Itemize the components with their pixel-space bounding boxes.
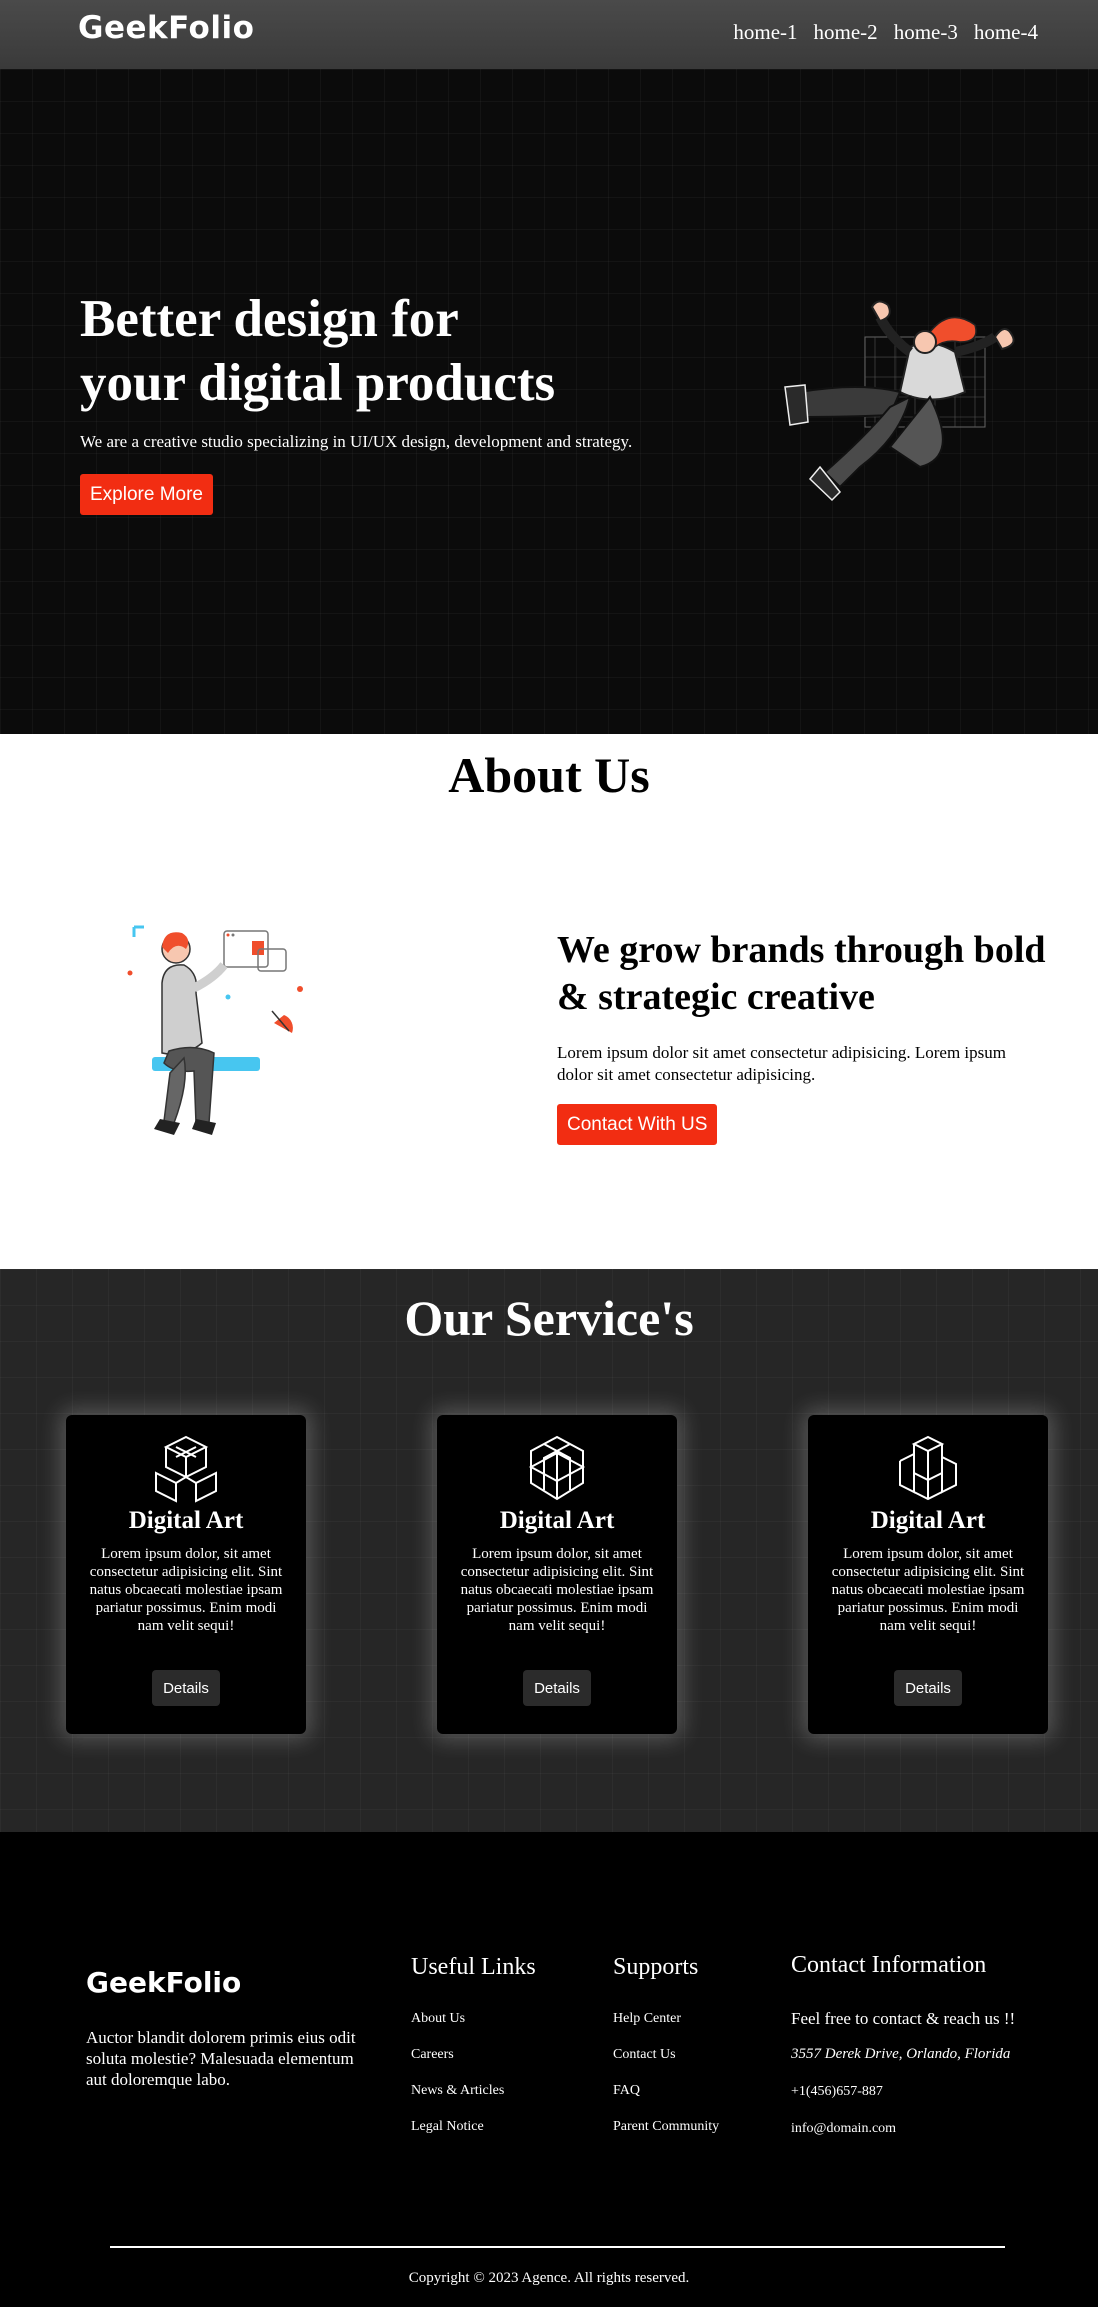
details-button[interactable]: Details (894, 1670, 962, 1706)
service-card: Digital Art Lorem ipsum dolor, sit amet … (808, 1415, 1048, 1734)
hero-title: Better design for your digital products (80, 287, 700, 415)
useful-links-title: Useful Links (411, 1954, 536, 1980)
footer-about-text: Auctor blandit dolorem primis eius odit … (86, 2028, 356, 2089)
hero-title-line-1: Better design for (80, 290, 459, 348)
supports-title: Supports (613, 1954, 699, 1980)
footer-link-about-us[interactable]: About Us (411, 2009, 504, 2045)
supports-list: Help Center Contact Us FAQ Parent Commun… (613, 2009, 719, 2153)
contact-tagline: Feel free to contact & reach us !! (791, 2009, 1016, 2028)
designer-illustration (127, 925, 303, 1135)
about-title: About Us (448, 747, 650, 803)
service-card: Digital Art Lorem ipsum dolor, sit amet … (66, 1415, 306, 1734)
about-heading: We grow brands through bold & strategic … (557, 929, 1046, 1018)
footer: GeekFolio Auctor blandit dolorem primis … (0, 1832, 1098, 2307)
service-card: Digital Art Lorem ipsum dolor, sit amet … (437, 1415, 677, 1734)
services-title: Our Service's (404, 1290, 694, 1346)
service-card-description: Lorem ipsum dolor, sit amet consectetur … (460, 1546, 654, 1634)
service-card-title: Digital Art (870, 1507, 986, 1534)
footer-link-contact-us[interactable]: Contact Us (613, 2045, 719, 2081)
services-section: Our Service's Digital Art Lorem ipsum do… (0, 1269, 1098, 1832)
details-button[interactable]: Details (152, 1670, 220, 1706)
nav-links: home-1 home-2 home-3 home-4 (733, 20, 1038, 45)
hero-subtitle: We are a creative studio specializing in… (80, 432, 633, 451)
footer-link-news-articles[interactable]: News & Articles (411, 2081, 504, 2117)
nav-link-home-2[interactable]: home-2 (814, 20, 878, 45)
footer-divider (110, 2246, 1005, 2248)
explore-more-button[interactable]: Explore More (80, 474, 213, 515)
about-section: About Us We grow brands through bold & s… (0, 734, 1098, 1269)
hero-section: Better design for your digital products … (0, 69, 1098, 734)
site-logo[interactable]: GeekFolio (78, 10, 254, 46)
top-navbar: GeekFolio home-1 home-2 home-3 home-4 (0, 0, 1098, 69)
service-card-description: Lorem ipsum dolor, sit amet consectetur … (831, 1546, 1025, 1634)
contact-info-title: Contact Information (791, 1952, 987, 1978)
nav-link-home-4[interactable]: home-4 (974, 20, 1038, 45)
footer-link-careers[interactable]: Careers (411, 2045, 504, 2081)
cube-cluster-icon (155, 1435, 217, 1503)
footer-link-legal-notice[interactable]: Legal Notice (411, 2117, 504, 2153)
copyright-text: Copyright © 2023 Agence. All rights rese… (408, 2270, 690, 2286)
service-card-title: Digital Art (128, 1507, 244, 1534)
footer-link-faq[interactable]: FAQ (613, 2081, 719, 2117)
nav-link-home-3[interactable]: home-3 (894, 20, 958, 45)
service-card-description: Lorem ipsum dolor, sit amet consectetur … (89, 1546, 283, 1634)
nav-link-home-1[interactable]: home-1 (733, 20, 797, 45)
hero-title-line-2: your digital products (80, 354, 556, 412)
hexagon-lattice-icon (528, 1435, 586, 1501)
service-card-title: Digital Art (499, 1507, 615, 1534)
stacked-boxes-icon (899, 1435, 957, 1501)
about-text: Lorem ipsum dolor sit amet consectetur a… (557, 1043, 1006, 1084)
contact-with-us-button[interactable]: Contact With US (557, 1104, 718, 1145)
contact-phone[interactable]: +1(456)657-887 (791, 2084, 883, 2100)
contact-address: 3557 Derek Drive, Orlando, Florida (791, 2046, 1011, 2062)
footer-link-help-center[interactable]: Help Center (613, 2009, 719, 2045)
details-button[interactable]: Details (523, 1670, 591, 1706)
flying-person-illustration (784, 300, 1015, 502)
footer-link-parent-community[interactable]: Parent Community (613, 2117, 719, 2153)
footer-logo[interactable]: GeekFolio (86, 1966, 241, 1999)
useful-links-list: About Us Careers News & Articles Legal N… (411, 2009, 504, 2153)
contact-email[interactable]: info@domain.com (791, 2121, 896, 2137)
